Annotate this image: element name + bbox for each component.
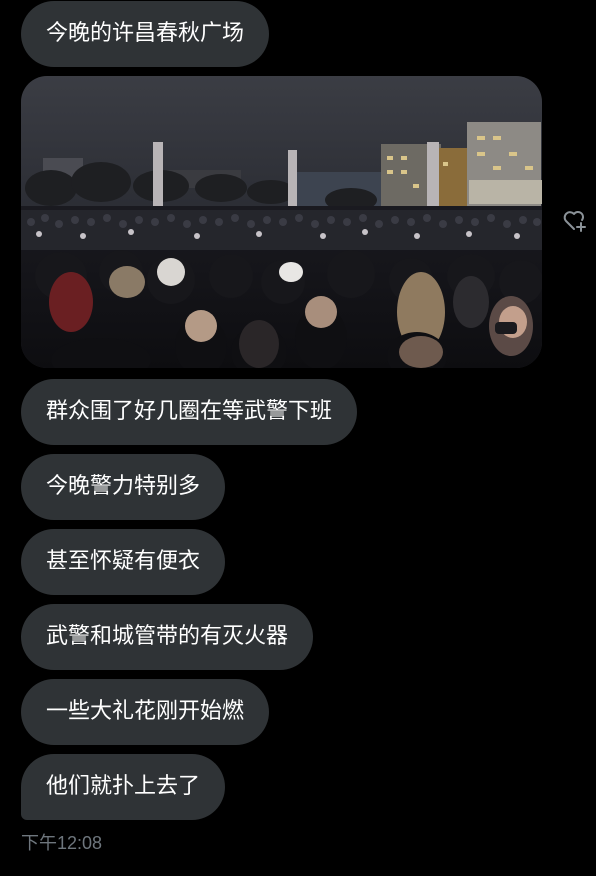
message-bubble[interactable]: 今晚警力特别多 [21,454,226,520]
message-text: 今晚的许昌春秋广场 [46,21,245,46]
message-text: 他们就扑上去了 [46,774,201,799]
heart-plus-icon [562,209,588,237]
message-text: 武警和城管带的有灭火器 [46,624,289,649]
message-bubble[interactable]: 他们就扑上去了 [21,754,226,820]
message-text: 今晚警力特别多 [46,474,201,499]
dm-conversation: 今晚的许昌春秋广场 群众围了好几圈在等武警下班 今晚警力特别多 甚至怀疑有便衣 … [0,0,596,876]
message-bubble[interactable]: 今晚的许昌春秋广场 [21,1,270,67]
message-bubble[interactable]: 武警和城管带的有灭火器 [21,604,314,670]
message-text: 一些大礼花刚开始燃 [46,699,245,724]
message-text: 群众围了好几圈在等武警下班 [46,399,333,424]
message-photo[interactable] [21,76,542,368]
add-reaction-button[interactable] [561,209,589,237]
message-timestamp: 下午12:08 [21,833,103,853]
message-text: 甚至怀疑有便衣 [46,549,201,574]
message-bubble[interactable]: 甚至怀疑有便衣 [21,529,226,595]
crowd-night-photo [21,76,542,368]
message-bubble[interactable]: 群众围了好几圈在等武警下班 [21,379,358,445]
message-bubble[interactable]: 一些大礼花刚开始燃 [21,679,270,745]
